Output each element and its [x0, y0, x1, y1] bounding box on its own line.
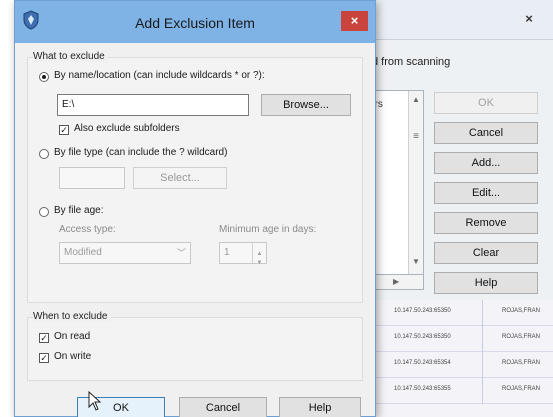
browse-button[interactable]: Browse... — [261, 94, 351, 116]
access-type-label: Access type: — [59, 224, 116, 235]
table-cell-ip: 10.147.50.243:65350 — [394, 334, 451, 340]
dialog-titlebar[interactable]: Add Exclusion Item × — [15, 1, 375, 43]
by-age-label[interactable]: By file age: — [54, 205, 103, 216]
select-button[interactable]: Select... — [133, 167, 227, 189]
table-cell-user: ROJAS,FRAN — [502, 360, 541, 366]
scroll-down-icon[interactable]: ▼ — [409, 257, 423, 266]
dialog-body: What to exclude By name/location (can in… — [23, 43, 367, 417]
on-read-checkbox[interactable]: ✓ — [39, 333, 49, 343]
table-row[interactable]: 10.147.50.243:65350 ROJAS,FRAN — [374, 300, 553, 326]
scroll-up-icon[interactable]: ▲ — [409, 95, 423, 104]
table-row[interactable]: 10.147.50.243:65355 ROJAS,FRAN — [374, 378, 553, 404]
table-row[interactable]: 10.147.50.243:65354 ROJAS,FRAN — [374, 352, 553, 378]
scroll-right-icon[interactable]: ▶ — [393, 277, 399, 286]
add-exclusion-dialog: Add Exclusion Item × What to exclude By … — [14, 0, 376, 417]
scroll-thumb-grip-icon[interactable]: ≡ — [409, 131, 423, 142]
background-cancel-button[interactable]: Cancel — [434, 122, 538, 144]
background-add-button[interactable]: Add... — [434, 152, 538, 174]
background-remove-button[interactable]: Remove — [434, 212, 538, 234]
on-write-checkbox[interactable]: ✓ — [39, 353, 49, 363]
access-type-dropdown[interactable]: Modified ﹀ — [59, 242, 191, 264]
background-ok-button[interactable]: OK — [434, 92, 538, 114]
table-cell-ip: 10.147.50.243:65354 — [394, 360, 451, 366]
chevron-down-icon: ﹀ — [176, 248, 186, 258]
table-cell-ip: 10.147.50.243:65350 — [394, 308, 451, 314]
stepper-arrows[interactable]: ▲ ▼ — [252, 243, 266, 266]
table-row[interactable]: 10.147.50.243:65350 ROJAS,FRAN — [374, 326, 553, 352]
by-name-radio[interactable] — [39, 72, 49, 82]
by-name-label[interactable]: By name/location (can include wildcards … — [54, 70, 265, 81]
background-close-button[interactable]: × — [515, 9, 543, 29]
on-read-label[interactable]: On read — [54, 331, 90, 342]
path-input[interactable]: E:\ — [57, 94, 249, 116]
exclude-subfolders-label[interactable]: Also exclude subfolders — [74, 123, 180, 134]
cancel-button[interactable]: Cancel — [179, 397, 267, 417]
file-type-input[interactable] — [59, 167, 125, 189]
by-type-label[interactable]: By file type (can include the ? wildcard… — [54, 147, 227, 158]
background-connections-table: 10.147.50.243:65350 ROJAS,FRAN 10.147.50… — [374, 300, 553, 417]
min-age-stepper[interactable]: 1 ▲ ▼ — [219, 242, 267, 266]
table-cell-ip: 10.147.50.243:65355 — [394, 386, 451, 392]
help-button[interactable]: Help — [279, 397, 361, 417]
when-to-exclude-group — [27, 317, 363, 381]
on-write-label[interactable]: On write — [54, 351, 91, 362]
table-cell-user: ROJAS,FRAN — [502, 334, 541, 340]
access-type-value: Modified — [64, 247, 102, 258]
exclude-subfolders-checkbox[interactable]: ✓ — [59, 125, 69, 135]
mouse-cursor-icon — [88, 391, 102, 411]
by-type-radio[interactable] — [39, 149, 49, 159]
by-age-radio[interactable] — [39, 207, 49, 217]
close-button[interactable]: × — [341, 11, 368, 31]
background-list-scrollbar[interactable]: ▲ ≡ ▼ — [408, 91, 423, 289]
min-age-label: Minimum age in days: — [219, 224, 317, 235]
when-to-exclude-label: When to exclude — [33, 311, 111, 322]
dialog-title: Add Exclusion Item — [135, 15, 255, 31]
background-scanning-text: d from scanning — [372, 56, 451, 68]
background-clear-button[interactable]: Clear — [434, 242, 538, 264]
what-to-exclude-label: What to exclude — [33, 51, 108, 62]
table-cell-user: ROJAS,FRAN — [502, 386, 541, 392]
min-age-value: 1 — [224, 247, 230, 258]
background-edit-button[interactable]: Edit... — [434, 182, 538, 204]
stepper-down-icon[interactable]: ▼ — [253, 253, 266, 273]
background-help-button[interactable]: Help — [434, 272, 538, 294]
table-cell-user: ROJAS,FRAN — [502, 308, 541, 314]
